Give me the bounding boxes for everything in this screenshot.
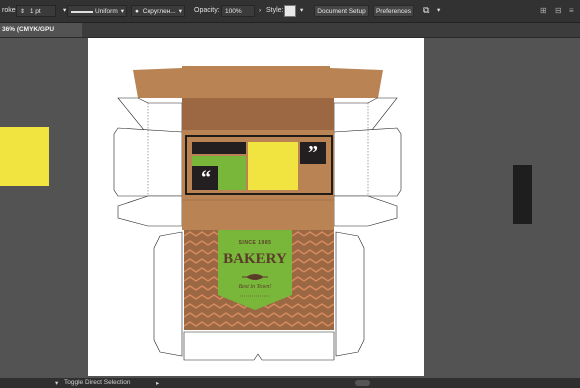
left-bottom-flap bbox=[153, 231, 183, 357]
quote-icon-left: “ bbox=[201, 167, 211, 189]
badge-title: BAKERY bbox=[223, 251, 287, 267]
left-dust-flap-bottom bbox=[117, 195, 183, 227]
bottom-tuck-flap bbox=[183, 331, 335, 361]
lid-panel bbox=[182, 98, 334, 130]
top-outer-flap bbox=[133, 66, 383, 98]
status-nav-icon[interactable]: ▸ bbox=[156, 379, 159, 387]
status-arrow-icon[interactable]: ▾ bbox=[55, 379, 58, 387]
right-dust-flap-bottom bbox=[333, 195, 398, 227]
right-side-panel bbox=[333, 127, 402, 197]
black-strip bbox=[192, 142, 246, 154]
quote-icon-right: ” bbox=[308, 142, 318, 164]
scrollbar-thumb[interactable] bbox=[355, 380, 370, 386]
status-tool-hint: Toggle Direct Selection bbox=[64, 379, 131, 386]
badge-tagline: Best in Town! bbox=[238, 284, 272, 290]
status-bar: ▾ Toggle Direct Selection ▸ bbox=[0, 378, 580, 388]
badge-since-text: SINCE 1985 bbox=[238, 240, 272, 246]
yellow-block bbox=[248, 142, 298, 190]
packaging-dieline[interactable] bbox=[0, 0, 580, 388]
left-side-panel bbox=[113, 127, 183, 197]
right-bottom-flap bbox=[335, 231, 365, 357]
front-band bbox=[182, 200, 334, 230]
